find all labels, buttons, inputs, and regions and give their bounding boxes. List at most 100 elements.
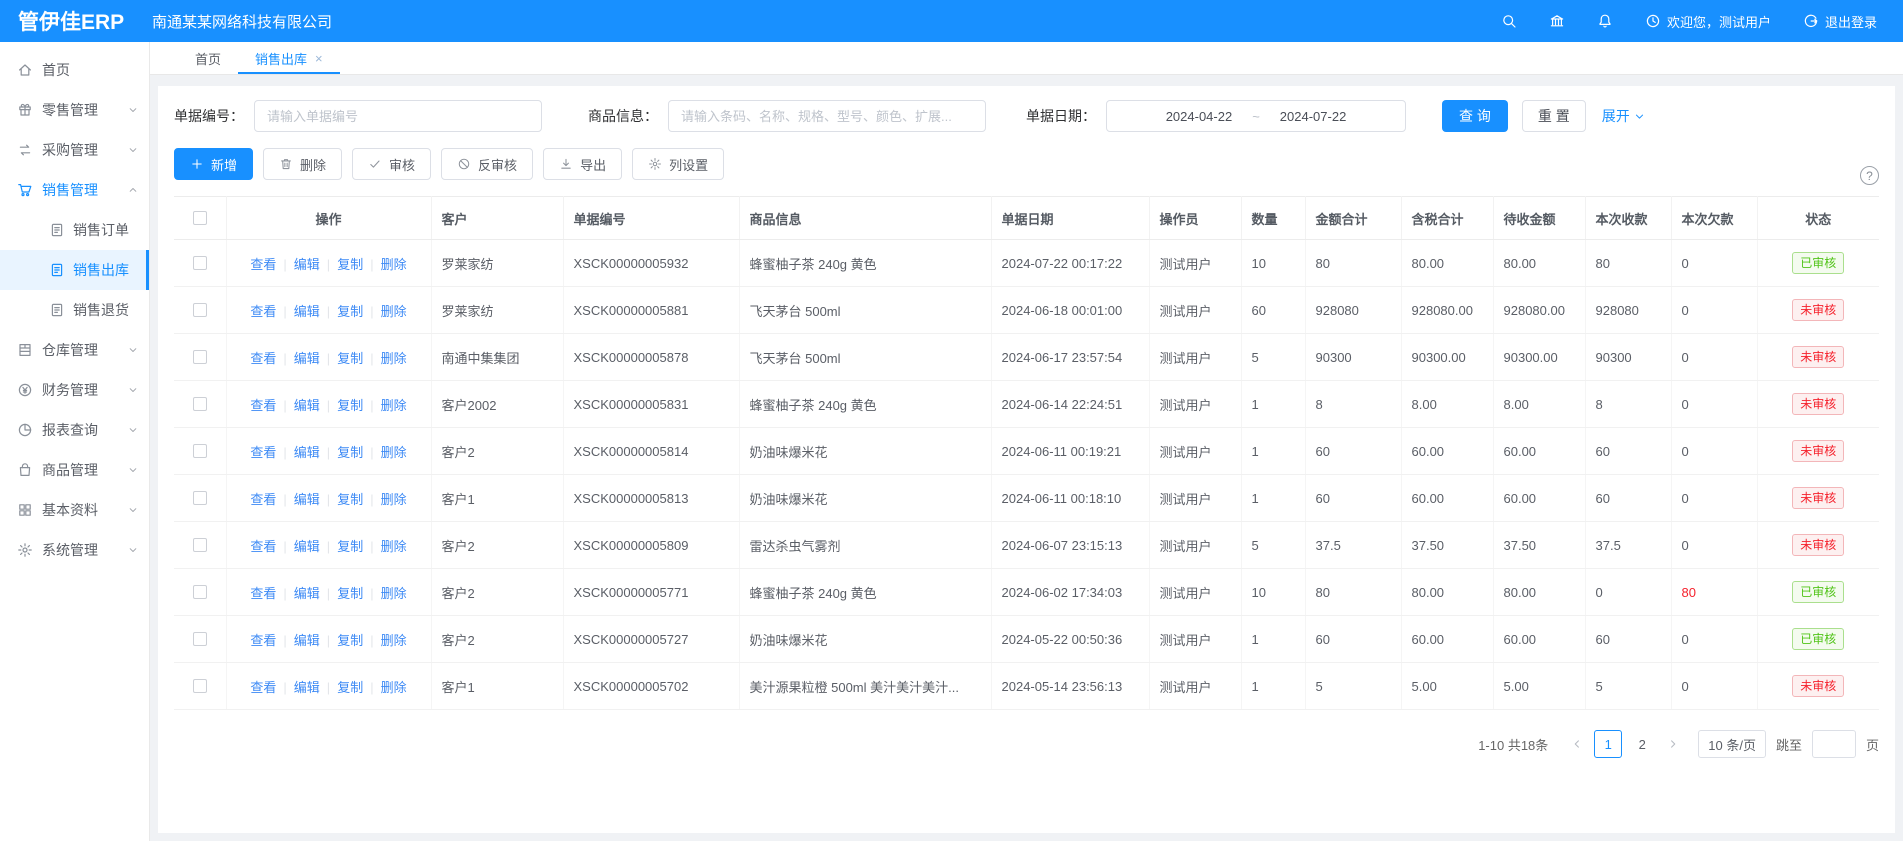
edit-link[interactable]: 编辑 xyxy=(294,398,320,413)
row-checkbox[interactable] xyxy=(193,491,207,505)
view-link[interactable]: 查看 xyxy=(250,539,276,554)
row-checkbox[interactable] xyxy=(193,397,207,411)
date-range-picker[interactable]: 2024-04-22 ~ 2024-07-22 xyxy=(1106,100,1406,132)
delete-link[interactable]: 删除 xyxy=(381,680,407,695)
close-tab-icon[interactable]: × xyxy=(315,51,323,66)
edit-link[interactable]: 编辑 xyxy=(294,445,320,460)
edit-link[interactable]: 编辑 xyxy=(294,257,320,272)
delete-link[interactable]: 删除 xyxy=(381,304,407,319)
jump-page-input[interactable] xyxy=(1812,730,1856,758)
row-checkbox[interactable] xyxy=(193,632,207,646)
bank-icon[interactable] xyxy=(1549,13,1565,29)
view-link[interactable]: 查看 xyxy=(250,633,276,648)
sidebar-item-basic[interactable]: 基本资料 xyxy=(0,490,149,530)
copy-link[interactable]: 复制 xyxy=(337,257,363,272)
unaudit-button[interactable]: 反审核 xyxy=(441,148,533,180)
copy-link[interactable]: 复制 xyxy=(337,445,363,460)
action-separator: | xyxy=(370,539,373,554)
help-icon[interactable]: ? xyxy=(1860,166,1879,185)
copy-link[interactable]: 复制 xyxy=(337,398,363,413)
row-checkbox[interactable] xyxy=(193,538,207,552)
copy-link[interactable]: 复制 xyxy=(337,680,363,695)
cell-amount: 90300 xyxy=(1305,334,1401,381)
delete-link[interactable]: 删除 xyxy=(381,539,407,554)
view-link[interactable]: 查看 xyxy=(250,586,276,601)
next-page-button[interactable] xyxy=(1666,737,1680,751)
copy-link[interactable]: 复制 xyxy=(337,633,363,648)
logout-button[interactable]: 退出登录 xyxy=(1803,12,1877,31)
delete-button[interactable]: 删除 xyxy=(263,148,342,180)
edit-link[interactable]: 编辑 xyxy=(294,492,320,507)
cell-date: 2024-06-11 00:19:21 xyxy=(991,428,1149,475)
sidebar-item-retail[interactable]: 零售管理 xyxy=(0,90,149,130)
delete-link[interactable]: 删除 xyxy=(381,586,407,601)
expand-link[interactable]: 展开 xyxy=(1602,106,1646,126)
select-all-checkbox[interactable] xyxy=(193,211,207,225)
tab-home[interactable]: 首页 xyxy=(178,42,238,74)
row-checkbox[interactable] xyxy=(193,256,207,270)
copy-link[interactable]: 复制 xyxy=(337,492,363,507)
page-size-select[interactable]: 10 条/页 xyxy=(1698,730,1766,758)
audit-button[interactable]: 审核 xyxy=(352,148,431,180)
view-link[interactable]: 查看 xyxy=(250,351,276,366)
bill-no-input[interactable] xyxy=(254,100,542,132)
edit-link[interactable]: 编辑 xyxy=(294,304,320,319)
row-checkbox[interactable] xyxy=(193,679,207,693)
row-checkbox[interactable] xyxy=(193,444,207,458)
edit-link[interactable]: 编辑 xyxy=(294,539,320,554)
bell-icon[interactable] xyxy=(1597,13,1613,29)
search-icon[interactable] xyxy=(1501,13,1517,29)
delete-link[interactable]: 删除 xyxy=(381,492,407,507)
view-link[interactable]: 查看 xyxy=(250,492,276,507)
add-button[interactable]: 新增 xyxy=(174,148,253,180)
copy-link[interactable]: 复制 xyxy=(337,351,363,366)
copy-link[interactable]: 复制 xyxy=(337,304,363,319)
delete-link[interactable]: 删除 xyxy=(381,398,407,413)
status-badge: 未审核 xyxy=(1792,487,1844,509)
delete-link[interactable]: 删除 xyxy=(381,351,407,366)
column-settings-button[interactable]: 列设置 xyxy=(632,148,724,180)
view-link[interactable]: 查看 xyxy=(250,398,276,413)
edit-link[interactable]: 编辑 xyxy=(294,680,320,695)
sidebar-item-sales-outbound[interactable]: 销售出库 xyxy=(0,250,149,290)
sidebar-item-home[interactable]: 首页 xyxy=(0,50,149,90)
sidebar-item-product[interactable]: 商品管理 xyxy=(0,450,149,490)
copy-link[interactable]: 复制 xyxy=(337,539,363,554)
app-logo: 管伊佳ERP xyxy=(0,6,134,36)
delete-link[interactable]: 删除 xyxy=(381,445,407,460)
edit-link[interactable]: 编辑 xyxy=(294,633,320,648)
sidebar-item-sales[interactable]: 销售管理 xyxy=(0,170,149,210)
delete-link[interactable]: 删除 xyxy=(381,633,407,648)
copy-link[interactable]: 复制 xyxy=(337,586,363,601)
sidebar-item-warehouse[interactable]: 仓库管理 xyxy=(0,330,149,370)
export-button-label: 导出 xyxy=(580,155,606,174)
view-link[interactable]: 查看 xyxy=(250,257,276,272)
row-checkbox[interactable] xyxy=(193,350,207,364)
sidebar-item-sales-order[interactable]: 销售订单 xyxy=(0,210,149,250)
page-button-2[interactable]: 2 xyxy=(1628,730,1656,758)
row-checkbox[interactable] xyxy=(193,585,207,599)
search-button[interactable]: 查 询 xyxy=(1442,100,1508,132)
welcome-user[interactable]: 欢迎您，测试用户 xyxy=(1645,12,1771,31)
cell-bill_no: XSCK00000005771 xyxy=(563,569,739,616)
view-link[interactable]: 查看 xyxy=(250,445,276,460)
tab-sales-outbound[interactable]: 销售出库× xyxy=(238,42,340,74)
product-info-input[interactable] xyxy=(668,100,986,132)
export-button[interactable]: 导出 xyxy=(543,148,622,180)
cell-debt: 0 xyxy=(1671,522,1757,569)
page-button-1[interactable]: 1 xyxy=(1594,730,1622,758)
sidebar-item-purchase[interactable]: 采购管理 xyxy=(0,130,149,170)
delete-link[interactable]: 删除 xyxy=(381,257,407,272)
sidebar-item-system[interactable]: 系统管理 xyxy=(0,530,149,570)
edit-link[interactable]: 编辑 xyxy=(294,351,320,366)
row-checkbox[interactable] xyxy=(193,303,207,317)
reset-button[interactable]: 重 置 xyxy=(1522,100,1586,132)
sidebar-item-sales-return[interactable]: 销售退货 xyxy=(0,290,149,330)
action-separator: | xyxy=(370,586,373,601)
sidebar-item-finance[interactable]: 财务管理 xyxy=(0,370,149,410)
sidebar-item-report[interactable]: 报表查询 xyxy=(0,410,149,450)
edit-link[interactable]: 编辑 xyxy=(294,586,320,601)
view-link[interactable]: 查看 xyxy=(250,304,276,319)
view-link[interactable]: 查看 xyxy=(250,680,276,695)
prev-page-button[interactable] xyxy=(1570,737,1584,751)
